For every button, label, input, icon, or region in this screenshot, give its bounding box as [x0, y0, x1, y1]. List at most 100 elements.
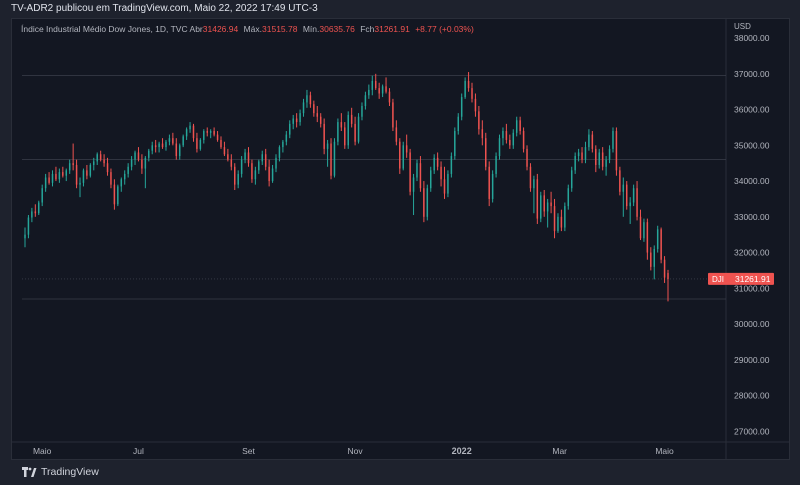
x-tick-label: Mar	[552, 446, 567, 456]
candle-body	[495, 156, 497, 174]
candle-body	[24, 234, 26, 239]
candle-body	[553, 206, 556, 232]
candle-body	[570, 170, 573, 189]
candle-body	[505, 131, 508, 140]
y-tick-label: 36000.00	[734, 105, 770, 115]
candle-body	[209, 131, 212, 133]
candle-body	[302, 102, 305, 114]
candle-body	[117, 186, 119, 205]
candle-body	[72, 163, 74, 165]
candle-body	[106, 163, 109, 173]
footer-brand[interactable]: TradingView	[22, 466, 99, 478]
candle-body	[588, 134, 590, 148]
candle-body	[319, 116, 322, 124]
candle-body	[436, 157, 439, 167]
candle-body	[185, 129, 188, 137]
price-tag-value: 31261.91	[735, 274, 771, 284]
candle-body	[591, 134, 594, 149]
open-label: Abr	[189, 24, 203, 34]
candle-body	[289, 123, 291, 135]
candle-body	[454, 131, 456, 157]
candle-body	[423, 188, 425, 217]
candle-body	[89, 164, 92, 176]
candle-body	[457, 116, 460, 132]
candle-body	[292, 118, 294, 124]
candle-body	[216, 134, 219, 140]
candle-body	[412, 177, 415, 192]
y-tick-label: 35000.00	[734, 140, 770, 150]
x-tick-label: Maio	[33, 446, 52, 456]
candle-body	[467, 80, 470, 89]
candle-body	[646, 222, 649, 253]
candle-body	[560, 216, 563, 228]
candle-body	[275, 157, 277, 169]
candle-body	[629, 202, 631, 207]
y-tick-label: 27000.00	[734, 426, 770, 436]
candle-body	[65, 170, 68, 176]
candle-body	[75, 164, 78, 185]
candle-body	[546, 202, 549, 212]
candle-body	[148, 150, 150, 158]
close-value: 31261.91	[374, 24, 410, 34]
candle-body	[622, 184, 625, 192]
candle-body	[79, 182, 81, 185]
candle-body	[168, 138, 171, 142]
candle-body	[295, 118, 298, 123]
symbol-name: Índice Industrial Médio Dow Jones, 1D, T…	[21, 24, 188, 34]
candle-body	[543, 195, 545, 212]
candle-body	[271, 168, 274, 182]
candle-body	[333, 141, 336, 176]
y-tick-label: 33000.00	[734, 212, 770, 222]
y-tick-label: 28000.00	[734, 391, 770, 401]
candle-body	[31, 211, 33, 218]
candle-body	[165, 141, 167, 148]
candle-body	[601, 152, 604, 167]
candle-body	[564, 206, 566, 228]
candle-body	[344, 127, 346, 146]
candle-body	[196, 138, 198, 149]
candle-body	[395, 127, 398, 142]
candle-body	[323, 123, 325, 149]
high-value: 31515.78	[262, 24, 298, 34]
candle-body	[51, 173, 54, 183]
candle-body	[127, 166, 129, 174]
price-tag-symbol: DJI	[712, 275, 724, 284]
y-tick-label: 37000.00	[734, 69, 770, 79]
candle-body	[529, 166, 532, 189]
candle-body	[526, 148, 528, 167]
candle-body	[577, 152, 580, 157]
candle-body	[299, 113, 301, 123]
candle-body	[306, 95, 308, 103]
candle-body	[502, 131, 504, 139]
candle-body	[113, 184, 116, 205]
open-value: 31426.94	[202, 24, 239, 34]
candle-body	[82, 170, 85, 183]
candle-body	[326, 143, 329, 149]
candle-body	[581, 152, 583, 160]
candle-body	[426, 188, 429, 217]
candle-body	[409, 152, 411, 192]
candle-body	[223, 147, 226, 155]
candle-body	[44, 177, 47, 189]
close-label: Fch	[360, 24, 375, 34]
candle-body	[619, 170, 621, 192]
candle-body	[632, 188, 635, 203]
candle-body	[399, 141, 401, 169]
candle-body	[233, 166, 236, 185]
price-chart[interactable]: 38000.00 37000.00 36000.00 35000.00 34000.00…	[0, 0, 800, 485]
candle-body	[313, 104, 315, 114]
candle-body	[660, 229, 662, 260]
candle-body	[58, 172, 61, 180]
candle-body	[34, 211, 37, 214]
candle-body	[240, 159, 243, 174]
candle-body	[385, 86, 387, 92]
candle-body	[278, 147, 281, 158]
low-label: Mín.	[302, 24, 320, 34]
candle-body	[99, 154, 102, 160]
candle-body	[110, 172, 112, 185]
candle-body	[137, 152, 140, 160]
candle-body	[656, 229, 659, 249]
high-label: Máx.	[243, 24, 263, 34]
candle-body	[557, 216, 559, 232]
candle-body	[364, 95, 367, 106]
